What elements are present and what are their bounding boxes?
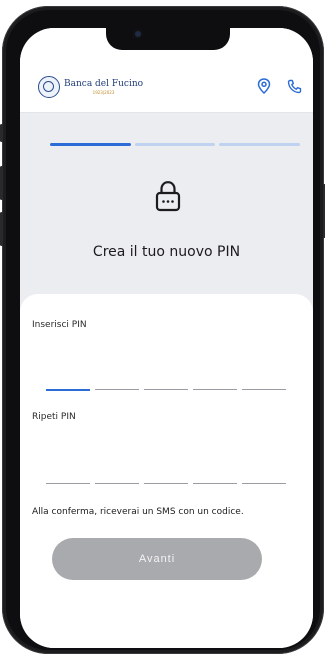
brand-years: 1923|2023 (92, 90, 115, 95)
notch (106, 28, 230, 50)
pin-digit-2[interactable] (95, 389, 139, 390)
brand-name: Banca del Fucino (64, 79, 144, 89)
step-progress (50, 143, 301, 146)
repeat-pin-label: Ripeti PIN (32, 412, 76, 422)
location-pin-icon[interactable] (256, 78, 272, 94)
mute-switch (0, 124, 3, 142)
pin-digit-1[interactable] (46, 389, 90, 391)
repeat-pin-digit-4[interactable] (193, 483, 237, 484)
volume-down-button (0, 212, 3, 246)
repeat-pin-digit-2[interactable] (95, 483, 139, 484)
app-screen: Banca del Fucino 1923|2023 Crea il tuo n… (20, 28, 313, 648)
pin-input[interactable] (46, 389, 286, 391)
pin-digit-5[interactable] (242, 389, 286, 390)
phone-icon[interactable] (286, 78, 302, 94)
pin-digit-4[interactable] (193, 389, 237, 390)
lock-icon (155, 180, 181, 212)
page-title: Crea il tuo nuovo PIN (92, 244, 241, 260)
pin-digit-3[interactable] (144, 389, 188, 390)
phone-frame: Banca del Fucino 1923|2023 Crea il tuo n… (0, 6, 325, 654)
repeat-pin-digit-5[interactable] (242, 483, 286, 484)
next-button[interactable]: Avanti (52, 538, 262, 580)
brand-logo[interactable]: Banca del Fucino 1923|2023 (38, 76, 143, 98)
volume-up-button (0, 166, 3, 200)
front-camera (133, 29, 143, 39)
progress-step-1 (50, 143, 131, 146)
sms-confirmation-note: Alla conferma, riceverai un SMS con un c… (32, 507, 244, 517)
repeat-pin-digit-3[interactable] (144, 483, 188, 484)
pin-form-card: Inserisci PIN Ripeti PIN Alla conferma, … (20, 294, 313, 648)
progress-step-2 (134, 143, 216, 146)
repeat-pin-input[interactable] (46, 483, 286, 484)
repeat-pin-digit-1[interactable] (46, 483, 90, 484)
bank-seal-icon (38, 76, 60, 98)
progress-step-3 (219, 143, 301, 146)
page: Banca del Fucino 1923|2023 Crea il tuo n… (0, 0, 325, 658)
brand-wordmark: Banca del Fucino 1923|2023 (64, 79, 143, 95)
pin-label: Inserisci PIN (32, 320, 87, 330)
